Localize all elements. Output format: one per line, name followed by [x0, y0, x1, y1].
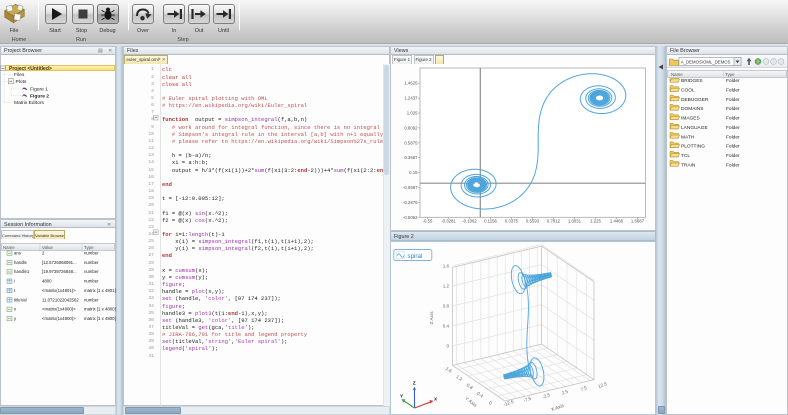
svg-text:Folder: Folder: [726, 134, 740, 140]
svg-text:1.4625: 1.4625: [404, 81, 418, 86]
svg-text:0.4: 0.4: [443, 324, 450, 329]
svg-text:11.0721022042562: 11.0721022042562: [42, 297, 79, 302]
svg-text:1.2437: 1.2437: [404, 96, 418, 101]
svg-text:Folder: Folder: [726, 144, 740, 150]
svg-text:-0.1062: -0.1062: [462, 219, 477, 224]
svg-text:ans: ans: [14, 251, 21, 256]
svg-text:IMAGES: IMAGES: [681, 116, 700, 122]
svg-text:DEBUGGER: DEBUGGER: [681, 97, 709, 103]
svg-text:Folder: Folder: [726, 153, 740, 159]
svg-text:DOMAINS: DOMAINS: [681, 106, 703, 112]
svg-text:Folder: Folder: [726, 116, 740, 122]
svg-text:handle: handle: [14, 260, 28, 265]
svg-text:Folder: Folder: [726, 97, 740, 103]
svg-text:-2.5: -2.5: [542, 392, 552, 400]
svg-text:1.6: 1.6: [443, 264, 450, 269]
svg-text:<matrix(1x4800)>: <matrix(1x4800)>: [42, 316, 76, 321]
svg-text:number: number: [84, 251, 99, 256]
svg-text:number: number: [84, 279, 99, 284]
svg-text:[12.5726068091...: [12.5726068091...: [42, 260, 77, 265]
svg-text:0.1156: 0.1156: [484, 219, 497, 224]
svg-text:Z: Z: [413, 381, 416, 386]
svg-text:[19.9739726848...: [19.9739726848...: [42, 269, 77, 274]
svg-text:X: X: [434, 397, 438, 402]
svg-text:t: t: [14, 288, 16, 293]
svg-text:Figure 1: Figure 1: [30, 86, 48, 92]
svg-text:Y: Y: [400, 394, 403, 399]
svg-text:number: number: [84, 260, 99, 265]
svg-text:0.8: 0.8: [466, 382, 474, 390]
svg-text:y: y: [14, 316, 17, 321]
svg-text:-0.0687: -0.0687: [403, 185, 418, 190]
svg-text:A_DEMOS\OML_DEMOS: A_DEMOS\OML_DEMOS: [681, 59, 731, 64]
svg-text:0.4: 0.4: [476, 391, 484, 399]
svg-text:Matrix Editors: Matrix Editors: [14, 100, 44, 106]
svg-text:Y Axis: Y Axis: [464, 396, 479, 409]
svg-text:1.2: 1.2: [455, 374, 463, 382]
svg-text:handle1: handle1: [14, 269, 30, 274]
svg-text:Folder: Folder: [726, 78, 740, 84]
svg-text:number: number: [84, 297, 99, 302]
svg-text:spiral: spiral: [408, 253, 423, 260]
svg-text:BRIDGES: BRIDGES: [681, 78, 703, 84]
svg-text:-0.2875: -0.2875: [403, 200, 418, 205]
svg-text:Folder: Folder: [726, 125, 740, 131]
svg-text:7.5: 7.5: [580, 385, 588, 392]
svg-text:0: 0: [488, 400, 493, 406]
svg-text:0.8062: 0.8062: [404, 125, 418, 130]
svg-text:1.2: 1.2: [443, 284, 450, 289]
svg-text:4800: 4800: [42, 279, 52, 284]
svg-text:-0.5062: -0.5062: [403, 215, 418, 220]
svg-text:<matrix(1x4800)>: <matrix(1x4800)>: [42, 307, 76, 312]
svg-text:0.5875: 0.5875: [404, 140, 418, 145]
svg-text:0.8: 0.8: [443, 304, 450, 309]
svg-text:titleVal: titleVal: [14, 297, 27, 302]
svg-text:PLOTTING: PLOTTING: [681, 144, 705, 150]
svg-text:2.5: 2.5: [561, 389, 569, 396]
svg-text:0: 0: [447, 344, 450, 349]
svg-text:matrix [1 x 4801]: matrix [1 x 4801]: [84, 288, 116, 293]
svg-text:Files: Files: [14, 71, 25, 77]
svg-text:1.025: 1.025: [407, 111, 418, 116]
svg-text:Folder: Folder: [726, 88, 740, 94]
svg-text:TRAIN: TRAIN: [681, 162, 696, 168]
svg-text:1.6: 1.6: [445, 366, 453, 374]
svg-text:MATH: MATH: [681, 134, 695, 140]
svg-text:number: number: [84, 269, 99, 274]
svg-text:Folder: Folder: [726, 106, 740, 112]
svg-text:-0.55: -0.55: [423, 219, 433, 224]
svg-text:X Axis: X Axis: [550, 403, 565, 413]
svg-text:-0.3281: -0.3281: [441, 219, 456, 224]
svg-text:2: 2: [42, 251, 45, 256]
svg-text:TCL: TCL: [681, 153, 690, 159]
svg-text:<matrix(1x4801)>: <matrix(1x4801)>: [42, 288, 76, 293]
svg-text:matrix [1 x 4800]: matrix [1 x 4800]: [84, 307, 116, 312]
svg-text:matrix [1 x 4800]: matrix [1 x 4800]: [84, 316, 116, 321]
svg-text:-12.5: -12.5: [503, 399, 515, 407]
svg-text:Plots: Plots: [16, 79, 27, 85]
svg-text:Folder: Folder: [726, 162, 740, 168]
svg-text:0.3687: 0.3687: [404, 155, 418, 160]
svg-text:Figure 2: Figure 2: [30, 93, 49, 99]
svg-text:i: i: [14, 279, 15, 284]
svg-text:x: x: [14, 307, 17, 312]
svg-text:COOL: COOL: [681, 88, 695, 94]
svg-text:0.15: 0.15: [409, 170, 418, 175]
svg-text:LANGUAGE: LANGUAGE: [681, 125, 708, 131]
svg-text:12.5: 12.5: [597, 381, 608, 389]
svg-text:Z Axis: Z Axis: [429, 311, 435, 325]
